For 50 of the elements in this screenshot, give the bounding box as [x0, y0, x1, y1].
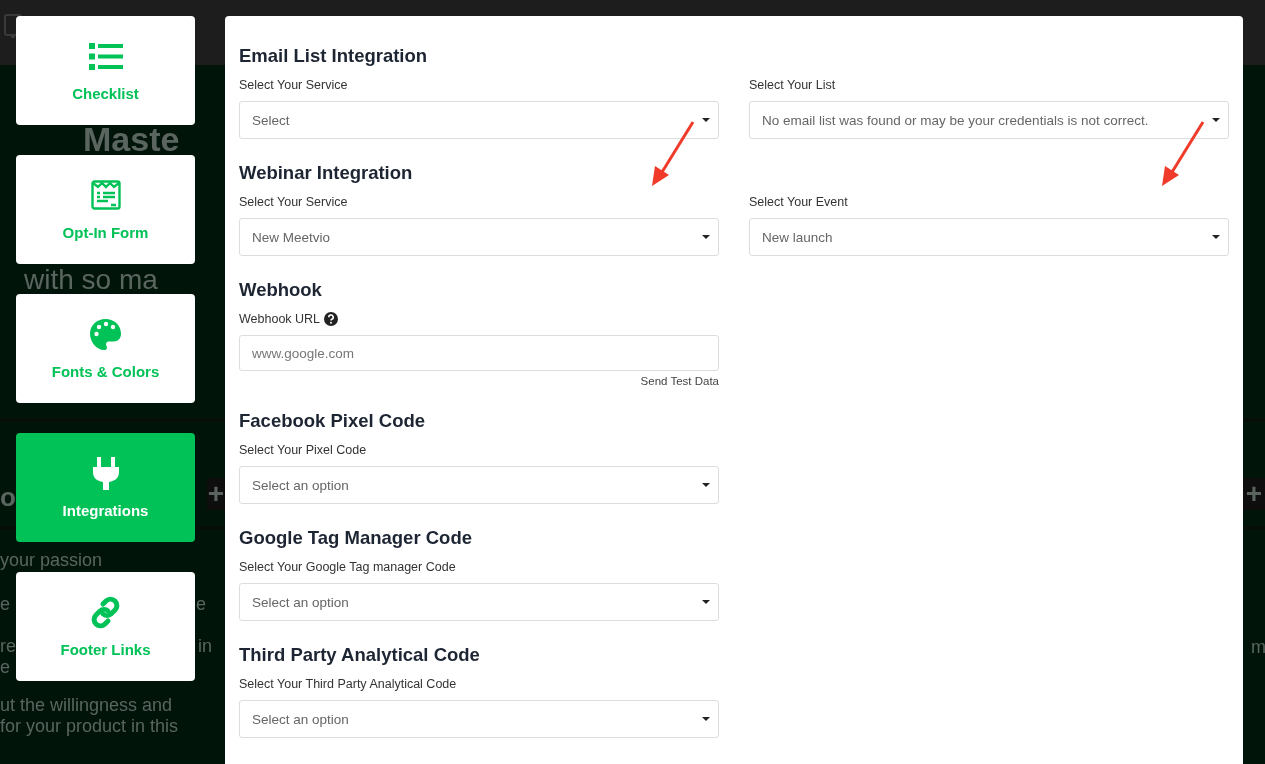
caret-icon — [702, 483, 710, 487]
section-heading: Third Party Analytical Code — [239, 643, 481, 667]
background-text: Maste — [83, 125, 180, 154]
field-label: Select Your Pixel Code — [239, 442, 367, 457]
background-text: in — [198, 636, 212, 657]
select-field[interactable]: Select an option — [239, 466, 719, 504]
caret-icon — [702, 600, 710, 604]
help-icon[interactable] — [324, 311, 339, 326]
field-label: Select Your Event — [749, 194, 848, 209]
section-heading: Webhook — [239, 278, 323, 302]
select-field[interactable]: New Meetvio — [239, 218, 719, 256]
select-field[interactable]: Select an option — [239, 583, 719, 621]
background-text: o — [0, 482, 16, 512]
field-label: Select Your Google Tag manager Code — [239, 559, 456, 574]
field-label: Select Your Service — [239, 194, 348, 209]
url-field[interactable]: www.google.com — [239, 335, 719, 371]
background-text: m — [1251, 637, 1265, 658]
select-field[interactable]: Select an option — [239, 700, 719, 738]
background-text: with so ma — [24, 266, 158, 294]
caret-icon — [702, 118, 710, 122]
link-icon — [89, 595, 122, 629]
caret-icon — [702, 717, 710, 721]
select-field[interactable]: No email list was found or may be your credentials is not correct. — [749, 101, 1229, 139]
caret-icon — [1212, 118, 1220, 122]
background-text: e — [0, 657, 10, 678]
background-text: + — [207, 478, 225, 510]
background-text: e — [0, 594, 10, 615]
field-label: Select Your Service — [239, 77, 348, 92]
background-text: for your product in this — [0, 716, 179, 737]
palette-icon — [89, 317, 122, 351]
caret-icon — [1212, 235, 1220, 239]
send-test-data-link[interactable]: Send Test Data — [640, 375, 719, 387]
field-label: Select Your List — [749, 77, 836, 92]
background-text: ut the willingness and — [0, 695, 173, 716]
background-text: re — [0, 636, 16, 657]
section-heading: Webinar Integration — [239, 161, 414, 185]
section-heading: Email List Integration — [239, 44, 429, 68]
field-label: Select Your Third Party Analytical Code — [239, 676, 457, 691]
select-field[interactable]: Select — [239, 101, 719, 139]
section-heading: Google Tag Manager Code — [239, 526, 473, 550]
background-text: + — [1243, 478, 1265, 510]
list-icon — [88, 42, 123, 70]
section-heading: Facebook Pixel Code — [239, 409, 427, 433]
caret-icon — [702, 235, 710, 239]
field-label: Webhook URL — [239, 311, 321, 326]
background-text: e — [196, 594, 206, 615]
background-text: your passion — [0, 550, 103, 571]
select-field[interactable]: New launch — [749, 218, 1229, 256]
plug-icon — [92, 456, 119, 490]
form-icon — [90, 180, 121, 210]
